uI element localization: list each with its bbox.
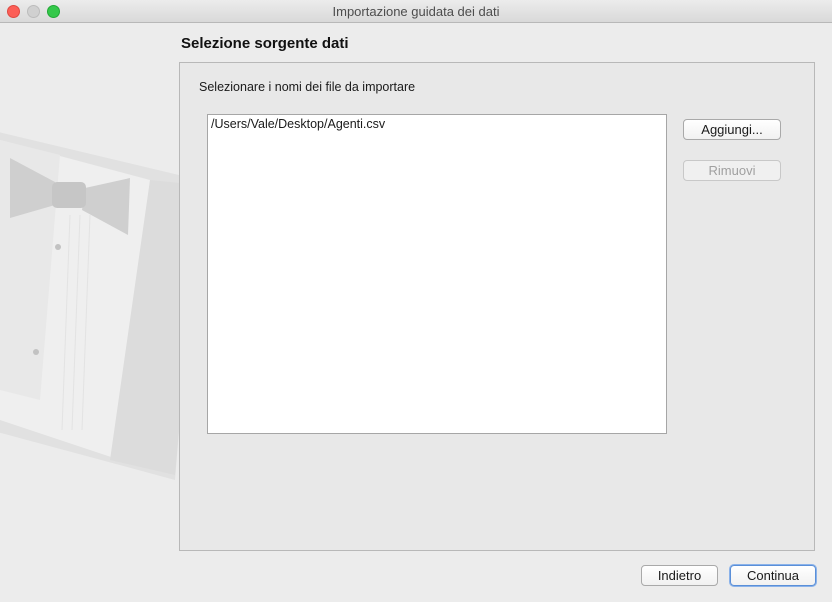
continue-button[interactable]: Continua — [730, 565, 816, 586]
instruction-label: Selezionare i nomi dei file da importare — [199, 80, 416, 94]
back-button[interactable]: Indietro — [641, 565, 718, 586]
window-title: Importazione guidata dei dati — [332, 4, 500, 19]
add-file-button[interactable]: Aggiungi... — [683, 119, 781, 140]
page-heading: Selezione sorgente dati — [181, 35, 349, 52]
title-bar: Importazione guidata dei dati — [0, 0, 832, 23]
remove-file-button[interactable]: Rimuovi — [683, 160, 781, 181]
import-wizard-window: Importazione guidata dei dati Selezione … — [0, 0, 832, 602]
file-list[interactable]: /Users/Vale/Desktop/Agenti.csv — [207, 114, 667, 434]
file-list-item[interactable]: /Users/Vale/Desktop/Agenti.csv — [211, 117, 385, 131]
